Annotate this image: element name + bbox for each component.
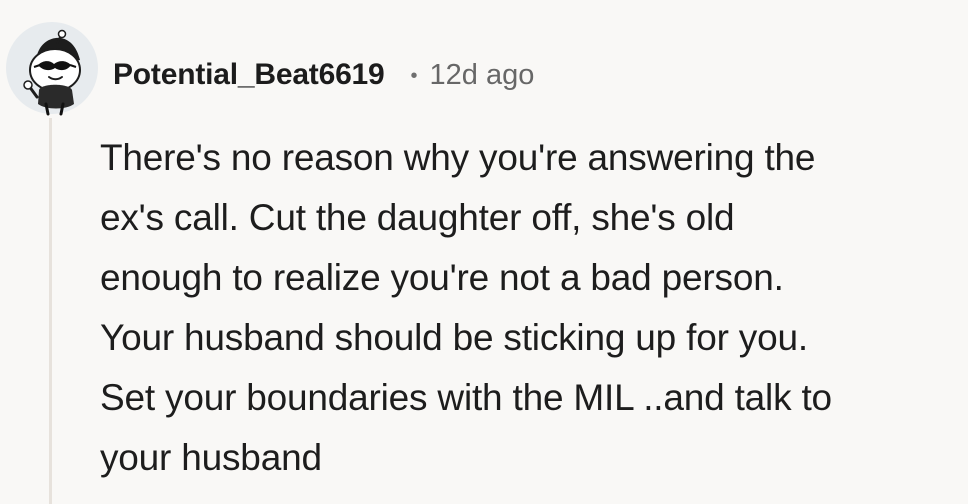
user-avatar-icon[interactable] — [4, 20, 100, 116]
comment-timestamp[interactable]: 12d ago — [430, 59, 535, 92]
comment-thread-line — [49, 118, 52, 504]
comment-body: There's no reason why you're answering t… — [100, 137, 832, 478]
comment-header: Potential_Beat6619 • 12d ago — [113, 52, 534, 98]
metadata-separator: • — [410, 64, 418, 87]
comment-username[interactable]: Potential_Beat6619 — [113, 58, 385, 92]
